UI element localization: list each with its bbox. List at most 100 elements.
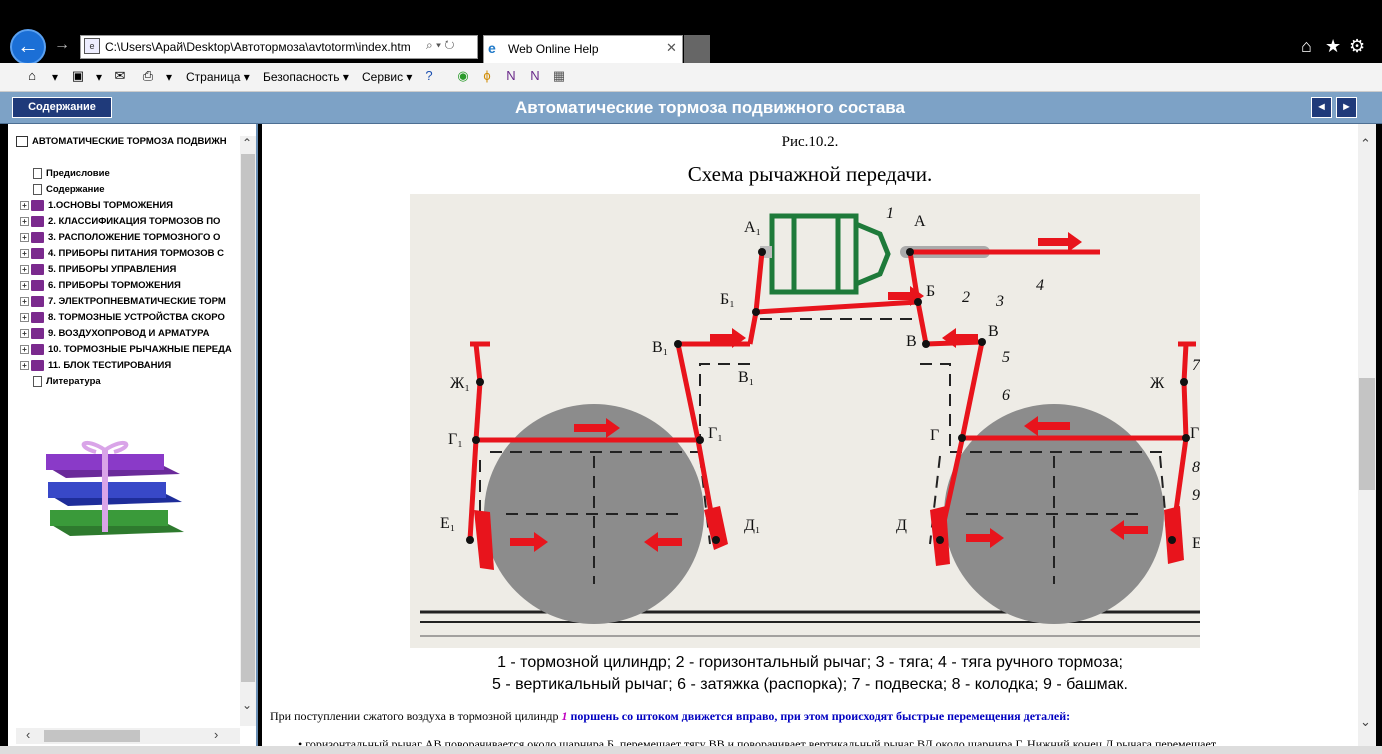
para-highlight: поршень со штоком движется вправо, при э… [567,709,1071,723]
expand-icon[interactable]: + [20,265,29,274]
addon-icon[interactable]: ▦ [551,68,567,84]
dropdown-arrow-icon[interactable]: ▾ [96,70,102,84]
label-e: Е [1192,535,1200,552]
next-page-button[interactable]: ► [1336,97,1357,118]
scroll-left-icon[interactable]: ‹ [26,727,30,742]
feeds-icon[interactable]: ▣ [70,68,86,84]
dropdown-arrow-icon[interactable]: ▾ [166,70,172,84]
toc-hscroll-thumb[interactable] [44,730,140,742]
page-menu[interactable]: Страница ▾ [186,70,250,84]
toc-item[interactable]: +2. КЛАССИФИКАЦИЯ ТОРМОЗОВ ПО [20,216,220,232]
expand-icon[interactable]: + [20,201,29,210]
toc-item[interactable]: +4. ПРИБОРЫ ПИТАНИЯ ТОРМОЗОВ С [20,248,224,264]
gear-icon[interactable]: ⚙ [1349,36,1365,57]
safety-menu[interactable]: Безопасность ▾ [263,70,349,84]
toc-item-label: Содержание [46,184,105,196]
help-icon[interactable]: ? [421,68,437,84]
scroll-down-icon[interactable]: ⌄ [242,698,252,712]
window-bottom-frame [0,746,1382,754]
expand-icon[interactable]: + [20,313,29,322]
browser-tab[interactable]: Web Online Help [483,35,683,63]
help-title: Автоматические тормоза подвижного состав… [515,98,905,117]
para-text: При поступлении сжатого воздуха в тормоз… [270,709,562,723]
toc-item[interactable]: Содержание [20,184,105,200]
label-n2: 2 [962,289,970,306]
page-icon: e [84,38,100,54]
toc-item[interactable]: +7. ЭЛЕКТРОПНЕВМАТИЧЕСКИЕ ТОРМ [20,296,226,312]
label-n8: 8 [1192,459,1200,476]
onenote-icon[interactable]: N [527,68,543,84]
close-tab-icon[interactable]: ✕ [666,40,677,56]
toc-item[interactable]: +1.ОСНОВЫ ТОРМОЖЕНИЯ [20,200,173,216]
toc-scroll-thumb[interactable] [241,154,255,682]
home-small-icon[interactable]: ⌂ [24,68,40,84]
toc-item[interactable]: Литература [20,376,101,392]
body-paragraph: При поступлении сжатого воздуха в тормоз… [270,709,1070,724]
new-tab-button[interactable] [684,35,710,63]
onenote-icon[interactable]: N [503,68,519,84]
expand-icon[interactable]: + [20,233,29,242]
toc-item[interactable]: +8. ТОРМОЗНЫЕ УСТРОЙСТВА СКОРО [20,312,225,328]
expand-icon[interactable]: + [20,329,29,338]
contents-button[interactable]: Содержание [12,97,112,118]
toc-item[interactable]: +5. ПРИБОРЫ УПРАВЛЕНИЯ [20,264,176,280]
tools-menu[interactable]: Сервис ▾ [362,70,412,84]
toc-item-label: 9. ВОЗДУХОПРОВОД И АРМАТУРА [48,328,210,340]
address-bar[interactable]: C:\Users\Арай\Desktop\Автотормоза\avtoto… [80,35,478,59]
label-n5: 5 [1002,349,1010,366]
toc-item[interactable]: +10. ТОРМОЗНЫЕ РЫЧАЖНЫЕ ПЕРЕДА [20,344,232,360]
page-icon [33,376,42,387]
label-b: Б [926,283,935,300]
book-icon [31,360,44,371]
book-icon [31,200,44,211]
toc-item[interactable]: +6. ПРИБОРЫ ТОРМОЖЕНИЯ [20,280,181,296]
forward-arrow-icon[interactable]: → [54,36,70,54]
print-icon[interactable]: ⎙ [140,68,156,84]
home-icon[interactable]: ⌂ [1301,36,1312,57]
toc-item-label: Литература [46,376,101,388]
label-zh: Ж [1150,375,1165,392]
book-icon [31,232,44,243]
label-d1: Д₁ [744,517,761,534]
scroll-down-icon[interactable]: ⌄ [1360,714,1371,730]
addon-icon[interactable]: ϕ [479,68,495,84]
toc-item[interactable]: +11. БЛОК ТЕСТИРОВАНИЯ [20,360,171,376]
label-n3: 3 [995,293,1004,310]
mail-icon[interactable]: ✉ [112,68,128,84]
book-icon [31,264,44,275]
scroll-right-icon[interactable]: › [214,727,218,742]
dropdown-arrow-icon[interactable]: ▾ [52,70,58,84]
book-icon [31,328,44,339]
addon-icon[interactable]: ◉ [455,68,471,84]
label-g: Г [930,427,939,444]
bullet-item: • горизонтальный рычаг АВ поворачивается… [298,737,1217,746]
address-tools[interactable]: ⌕ ▾ ↻ [426,38,455,53]
toc-item[interactable]: +9. ВОЗДУХОПРОВОД И АРМАТУРА [20,328,209,344]
expand-icon[interactable]: + [20,281,29,290]
expand-icon[interactable]: + [20,249,29,258]
expand-icon[interactable]: + [20,217,29,226]
lever-diagram: А₁ А Б₁ Б В₁ В₁ В В Ж₁ Ж Г₁ Г₁ Г Г Е₁ Д₁… [410,194,1200,648]
toc-item[interactable]: +3. РАСПОЛОЖЕНИЕ ТОРМОЗНОГО О [20,232,220,248]
toc-sidebar: АВТОМАТИЧЕСКИЕ ТОРМОЗА ПОДВИЖН Предислов… [8,124,258,746]
scroll-up-icon[interactable]: ⌃ [1360,136,1371,152]
content-pane: Рис.10.2. Схема рычажной передачи. А₁ А … [262,124,1358,746]
toc-root[interactable]: АВТОМАТИЧЕСКИЕ ТОРМОЗА ПОДВИЖН [16,136,227,147]
content-scroll-thumb[interactable] [1359,378,1375,490]
scroll-up-icon[interactable]: ⌃ [242,136,252,150]
expand-icon[interactable]: + [20,345,29,354]
page-icon [33,168,42,179]
toc-item[interactable]: Предисловие [20,168,110,184]
toc-item-label: 10. ТОРМОЗНЫЕ РЫЧАЖНЫЕ ПЕРЕДА [48,344,232,356]
favorites-star-icon[interactable]: ★ [1325,36,1341,57]
label-n4: 4 [1036,277,1044,294]
help-header: Содержание Автоматические тормоза подвиж… [0,92,1382,124]
toc-item-label: 4. ПРИБОРЫ ПИТАНИЯ ТОРМОЗОВ С [48,248,224,260]
expand-icon[interactable]: + [20,361,29,370]
figure-title: Схема рычажной передачи. [687,162,933,186]
book-icon [31,296,44,307]
back-button[interactable]: ← [10,29,46,65]
expand-icon[interactable]: + [20,297,29,306]
previous-page-button[interactable]: ◄ [1311,97,1332,118]
toc-item-label: 1.ОСНОВЫ ТОРМОЖЕНИЯ [48,200,174,212]
